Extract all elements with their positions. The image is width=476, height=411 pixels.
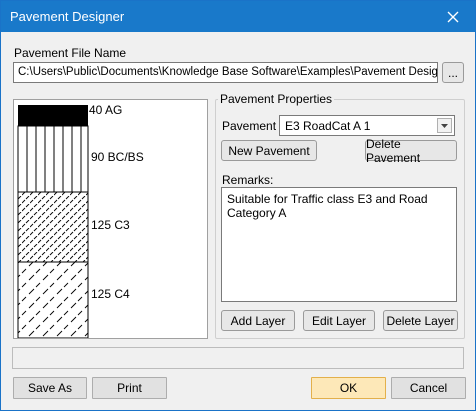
title-bar[interactable]: Pavement Designer: [1, 1, 475, 32]
layer-diagram-panel[interactable]: 40 AG 90 BC/BS 125 C3 125 C4: [13, 99, 208, 339]
cancel-button[interactable]: Cancel: [391, 377, 466, 399]
save-as-button[interactable]: Save As: [13, 377, 87, 399]
pavement-properties-label: Pavement Properties: [218, 92, 335, 106]
layer-label-bcbs: 90 BC/BS: [91, 150, 144, 164]
pavement-select-value: E3 RoadCat A 1: [285, 119, 371, 133]
layer-label-c3: 125 C3: [91, 218, 130, 232]
browse-button[interactable]: ...: [442, 62, 464, 83]
delete-pavement-button[interactable]: Delete Pavement: [365, 137, 457, 165]
pavement-label: Pavement: [222, 119, 277, 133]
print-button[interactable]: Print: [92, 377, 167, 399]
status-bar: [12, 347, 464, 369]
close-button[interactable]: [431, 1, 475, 32]
layer-swatch-c3: [17, 191, 89, 263]
edit-layer-button[interactable]: Edit Layer: [303, 310, 375, 331]
layer-swatch-bcbs: [17, 125, 89, 193]
ok-button[interactable]: OK: [311, 377, 386, 399]
layer-label-c4: 125 C4: [91, 287, 130, 301]
layer-swatch-ag: [18, 105, 88, 126]
new-pavement-button[interactable]: New Pavement: [221, 140, 317, 161]
chevron-down-icon[interactable]: [437, 118, 452, 133]
remarks-label: Remarks:: [222, 173, 274, 187]
file-path-field[interactable]: C:\Users\Public\Documents\Knowledge Base…: [13, 62, 438, 83]
add-layer-button[interactable]: Add Layer: [221, 310, 295, 331]
layer-swatch-c4: [17, 261, 89, 338]
file-name-label: Pavement File Name: [14, 46, 127, 60]
window-title: Pavement Designer: [10, 9, 125, 24]
delete-layer-button[interactable]: Delete Layer: [383, 310, 458, 331]
remarks-textarea[interactable]: Suitable for Traffic class E3 and Road C…: [221, 187, 457, 302]
pavement-select[interactable]: E3 RoadCat A 1: [279, 115, 455, 136]
close-icon: [447, 11, 459, 22]
layer-label-ag: 40 AG: [89, 103, 123, 117]
dialog-window: Pavement Designer Pavement File Name C:\…: [0, 0, 476, 411]
